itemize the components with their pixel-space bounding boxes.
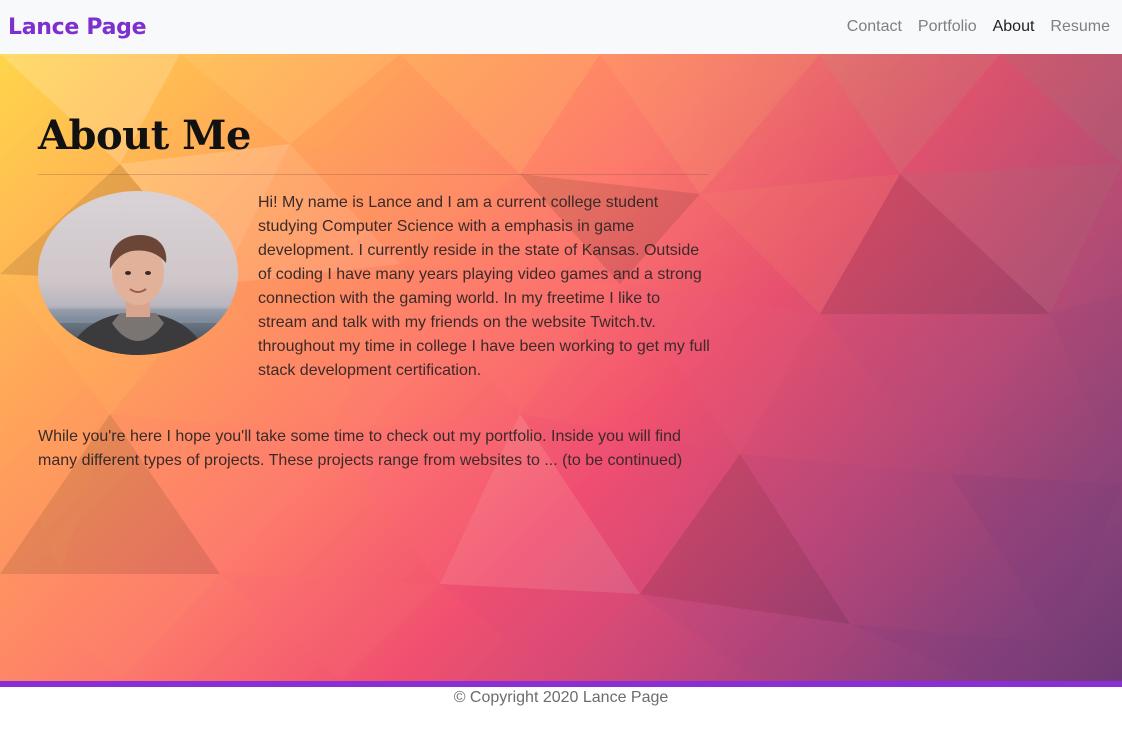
avatar xyxy=(38,191,238,355)
nav-link-contact[interactable]: Contact xyxy=(839,18,910,36)
bio-row: Hi! My name is Lance and I am a current … xyxy=(38,191,710,383)
nav-link-resume[interactable]: Resume xyxy=(1042,18,1110,36)
footer: © Copyright 2020 Lance Page xyxy=(0,687,1122,738)
copyright-text: © Copyright 2020 Lance Page xyxy=(453,689,669,706)
brand-link[interactable]: Lance Page xyxy=(8,15,147,40)
navbar: Lance Page Contact Portfolio About Resum… xyxy=(0,0,1122,54)
about-content: About Me Hi! My name is Lance and I am a… xyxy=(38,112,710,473)
portfolio-paragraph: While you're here I hope you'll take som… xyxy=(38,428,683,469)
nav-links: Contact Portfolio About Resume xyxy=(839,18,1110,36)
bio-paragraph: Hi! My name is Lance and I am a current … xyxy=(258,194,710,379)
nav-link-about[interactable]: About xyxy=(985,18,1043,36)
profile-photo-icon xyxy=(38,235,238,355)
nav-link-portfolio[interactable]: Portfolio xyxy=(910,18,985,36)
page-title: About Me xyxy=(38,112,251,159)
title-divider xyxy=(38,174,708,175)
